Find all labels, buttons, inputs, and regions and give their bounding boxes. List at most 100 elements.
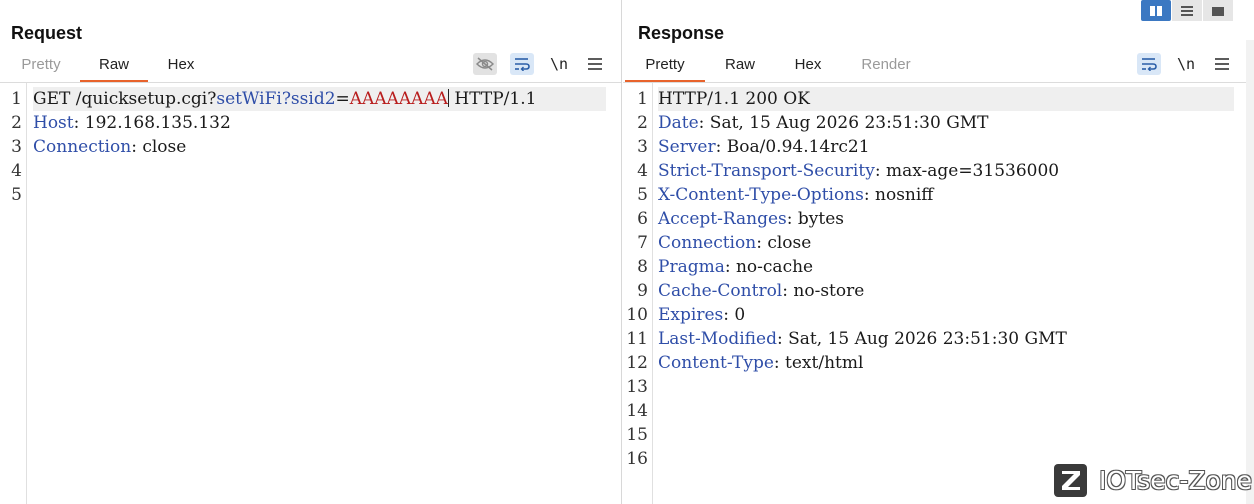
watermark: IOTsec-Zone bbox=[1054, 462, 1252, 498]
query-param-value: AAAAAAAA bbox=[349, 89, 448, 109]
watermark-logo-icon bbox=[1054, 463, 1087, 497]
stacked-view-button[interactable] bbox=[1172, 0, 1202, 21]
header-value: Sat, 15 Aug 2026 23:51:30 GMT bbox=[782, 329, 1067, 349]
tabbed-view-button[interactable] bbox=[1203, 0, 1233, 21]
header-name: Connection bbox=[658, 233, 757, 253]
request-tab-pretty[interactable]: Pretty bbox=[12, 56, 70, 82]
header-name: Expires bbox=[658, 305, 724, 325]
response-header-line[interactable]: Cache-Control: no-store bbox=[658, 279, 1234, 303]
response-tab-hex[interactable]: Hex bbox=[785, 56, 831, 82]
response-header-line[interactable]: X-Content-Type-Options: nosniff bbox=[658, 183, 1234, 207]
header-value: no-cache bbox=[730, 257, 814, 277]
response-header-line[interactable]: Accept-Ranges: bytes bbox=[658, 207, 1234, 231]
line-number: 7 bbox=[637, 233, 648, 253]
request-header-line[interactable]: Host: 192.168.135.132 bbox=[33, 111, 606, 135]
response-gutter: 1 2 3 4 5 6 7 8 9 10 11 12 13 14 15 16 bbox=[623, 83, 653, 504]
request-editor[interactable]: 1 2 3 4 5 GET /quicksetup.cgi?setWiFi?ss… bbox=[0, 83, 621, 504]
response-title: Response bbox=[638, 23, 725, 43]
request-tab-hex[interactable]: Hex bbox=[156, 56, 206, 82]
newline-toggle[interactable]: \n bbox=[1174, 53, 1198, 75]
header-value: 0 bbox=[728, 305, 746, 325]
line-number: 3 bbox=[637, 137, 648, 157]
line-number: 4 bbox=[11, 161, 22, 181]
response-tab-render[interactable]: Render bbox=[853, 56, 919, 82]
header-name: Date bbox=[658, 113, 699, 133]
response-tab-pretty[interactable]: Pretty bbox=[625, 56, 705, 82]
line-number: 4 bbox=[637, 161, 648, 181]
response-editor[interactable]: 1 2 3 4 5 6 7 8 9 10 11 12 13 14 15 16 H… bbox=[623, 83, 1254, 504]
header-name: Strict-Transport-Security bbox=[658, 161, 875, 181]
response-header-line[interactable]: Strict-Transport-Security: max-age=31536… bbox=[658, 159, 1234, 183]
response-header-line[interactable]: Connection: close bbox=[658, 231, 1234, 255]
request-gutter: 1 2 3 4 5 bbox=[0, 83, 27, 504]
query-equals: = bbox=[335, 89, 350, 109]
response-header-line[interactable]: Server: Boa/0.94.14rc21 bbox=[658, 135, 1234, 159]
newline-toggle[interactable]: \n bbox=[547, 53, 571, 75]
wrap-lines-icon[interactable] bbox=[510, 53, 534, 75]
line-number: 9 bbox=[637, 281, 648, 301]
line-number: 5 bbox=[11, 185, 22, 205]
header-value: Boa/0.94.14rc21 bbox=[721, 137, 870, 157]
layout-view-switch bbox=[1140, 0, 1233, 21]
line-number: 13 bbox=[626, 377, 648, 397]
header-value: bytes bbox=[792, 209, 845, 229]
header-value: max-age=31536000 bbox=[880, 161, 1060, 181]
response-header-line[interactable]: Pragma: no-cache bbox=[658, 255, 1234, 279]
vertical-scrollbar[interactable] bbox=[1246, 40, 1254, 504]
header-name: Pragma bbox=[658, 257, 725, 277]
request-tab-raw[interactable]: Raw bbox=[80, 56, 148, 82]
response-header-line[interactable]: Date: Sat, 15 Aug 2026 23:51:30 GMT bbox=[658, 111, 1234, 135]
line-number: 11 bbox=[626, 329, 648, 349]
line-number: 12 bbox=[626, 353, 648, 373]
query-param-name: setWiFi?ssid2 bbox=[216, 89, 336, 109]
line-number: 10 bbox=[626, 305, 648, 325]
menu-icon[interactable] bbox=[583, 53, 607, 75]
line-number: 5 bbox=[637, 185, 648, 205]
side-by-side-view-button[interactable] bbox=[1141, 0, 1171, 21]
request-protocol: HTTP/1.1 bbox=[449, 89, 537, 109]
header-name: Host bbox=[33, 113, 74, 133]
response-tab-raw[interactable]: Raw bbox=[717, 56, 763, 82]
columns-icon bbox=[1150, 5, 1162, 16]
header-value: nosniff bbox=[869, 185, 934, 205]
header-name: Last-Modified bbox=[658, 329, 777, 349]
request-header-line[interactable]: Connection: close bbox=[33, 135, 606, 159]
request-title: Request bbox=[11, 23, 83, 43]
response-header-line[interactable]: Content-Type: text/html bbox=[658, 351, 1234, 375]
status-line[interactable]: HTTP/1.1 200 OK bbox=[658, 87, 1234, 111]
request-method-path: GET /quicksetup.cgi? bbox=[33, 89, 217, 109]
header-value: Sat, 15 Aug 2026 23:51:30 GMT bbox=[704, 113, 989, 133]
hide-nonprintable-icon[interactable] bbox=[473, 53, 497, 75]
window-icon bbox=[1212, 6, 1224, 16]
request-pane: Request Pretty Raw Hex \n 1 2 3 4 5 GET … bbox=[0, 0, 621, 504]
request-line[interactable]: GET /quicksetup.cgi?setWiFi?ssid2=AAAAAA… bbox=[33, 87, 606, 111]
line-number: 6 bbox=[637, 209, 648, 229]
menu-icon[interactable] bbox=[1210, 53, 1234, 75]
header-value: close bbox=[136, 137, 187, 157]
header-value: close bbox=[761, 233, 812, 253]
response-header-line[interactable]: Expires: 0 bbox=[658, 303, 1234, 327]
header-name: Connection bbox=[33, 137, 132, 157]
header-value: no-store bbox=[787, 281, 865, 301]
line-number: 2 bbox=[11, 113, 22, 133]
line-number: 15 bbox=[626, 425, 648, 445]
response-header-line[interactable]: Last-Modified: Sat, 15 Aug 2026 23:51:30… bbox=[658, 327, 1234, 351]
line-number: 2 bbox=[637, 113, 648, 133]
line-number: 3 bbox=[11, 137, 22, 157]
response-pane: Response Pretty Raw Hex Render \n 1 2 3 … bbox=[623, 0, 1254, 504]
line-number: 1 bbox=[637, 89, 648, 109]
line-number: 14 bbox=[626, 401, 648, 421]
header-name: X-Content-Type-Options bbox=[658, 185, 864, 205]
header-name: Cache-Control bbox=[658, 281, 783, 301]
header-name: Server bbox=[658, 137, 716, 157]
watermark-text: IOTsec-Zone bbox=[1099, 465, 1253, 495]
header-name: Accept-Ranges bbox=[658, 209, 787, 229]
header-value: 192.168.135.132 bbox=[79, 113, 231, 133]
line-number: 1 bbox=[11, 89, 22, 109]
line-number: 8 bbox=[637, 257, 648, 277]
header-value: text/html bbox=[779, 353, 864, 373]
line-number: 16 bbox=[626, 449, 648, 469]
header-name: Content-Type bbox=[658, 353, 774, 373]
wrap-lines-icon[interactable] bbox=[1137, 53, 1161, 75]
rows-icon bbox=[1181, 5, 1193, 16]
